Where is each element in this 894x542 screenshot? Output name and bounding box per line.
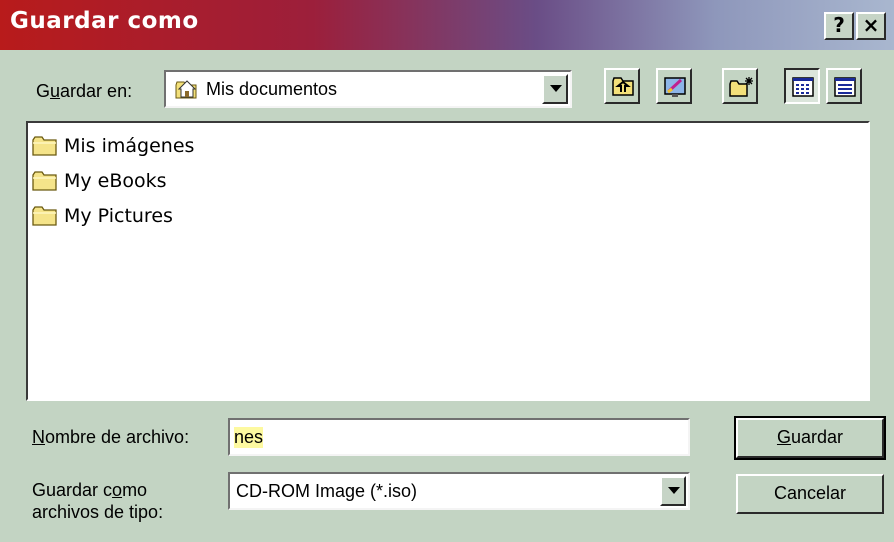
list-item[interactable]: My Pictures <box>32 201 173 231</box>
list-view-button[interactable] <box>784 68 820 104</box>
filetype-select[interactable]: CD-ROM Image (*.iso) <box>228 472 690 510</box>
location-label: Guardar en: <box>36 81 133 101</box>
filename-input[interactable]: nes <box>228 418 690 456</box>
file-list[interactable]: Mis imágenes My eBooks My Pictures <box>26 121 870 401</box>
save-as-dialog: Guardar como ? × Guardar en: Mis documen… <box>0 0 894 542</box>
filetype-dropdown-button[interactable] <box>660 476 686 506</box>
desktop-button[interactable] <box>656 68 692 104</box>
filename-label: Nombre de archivo: <box>32 427 190 447</box>
details-view-icon <box>834 77 856 97</box>
help-button[interactable]: ? <box>824 12 854 40</box>
filetype-value: CD-ROM Image (*.iso) <box>236 481 418 501</box>
save-button[interactable]: Guardar <box>734 416 886 460</box>
folder-icon <box>32 136 57 156</box>
filetype-label: Guardar como archivos de tipo: <box>32 480 164 522</box>
file-name: My eBooks <box>64 170 167 192</box>
folder-icon <box>32 171 57 191</box>
folder-icon <box>32 206 57 226</box>
file-name: My Pictures <box>64 205 173 227</box>
details-view-button[interactable] <box>826 68 862 104</box>
list-item[interactable]: Mis imágenes <box>32 131 194 161</box>
new-folder-button[interactable] <box>722 68 758 104</box>
location-value: Mis documentos <box>206 79 338 99</box>
new-folder-icon <box>729 77 753 97</box>
window-title: Guardar como <box>10 8 199 34</box>
list-item[interactable]: My eBooks <box>32 166 167 196</box>
up-one-level-icon <box>612 77 634 96</box>
desktop-icon <box>664 77 686 97</box>
filename-value: nes <box>234 427 264 448</box>
location-combo[interactable]: Mis documentos <box>164 70 572 108</box>
close-button[interactable]: × <box>856 12 886 40</box>
location-dropdown-button[interactable] <box>542 74 568 104</box>
file-name: Mis imágenes <box>64 135 195 157</box>
up-one-level-button[interactable] <box>604 68 640 104</box>
cancel-button[interactable]: Cancelar <box>736 474 884 514</box>
title-bar[interactable]: Guardar como ? × <box>0 0 894 50</box>
open-folder-icon <box>175 80 197 99</box>
list-view-icon <box>792 77 814 97</box>
